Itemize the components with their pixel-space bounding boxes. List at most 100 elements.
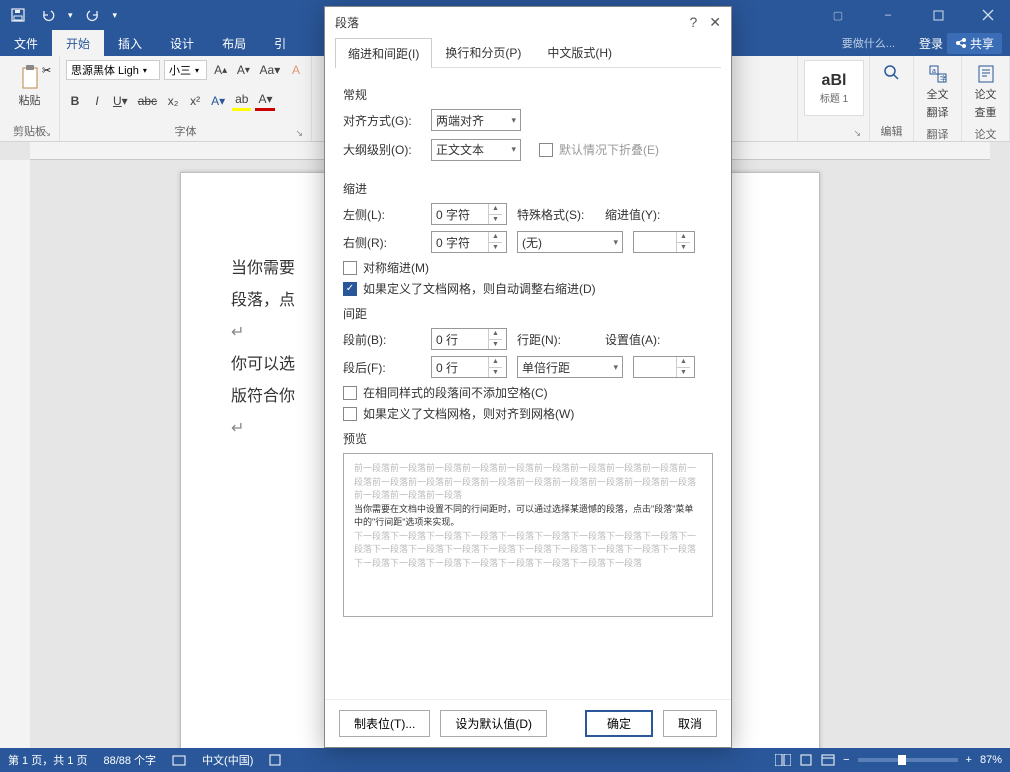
mirror-label: 对称缩进(M) [363,259,429,276]
font-group-label: 字体↘ [66,121,305,141]
word-count[interactable]: 88/88 个字 [103,752,156,768]
superscript-icon[interactable]: x² [186,91,204,111]
section-spacing: 间距 [343,305,713,322]
editing-label: 编辑 [876,121,907,141]
text-effects-icon[interactable]: A▾ [208,91,228,111]
maximize-icon[interactable] [916,0,960,30]
collapse-label: 默认情况下折叠(E) [559,141,659,158]
thesis-check-button[interactable]: 论文 查重 [968,60,1003,124]
snap-checkbox[interactable] [343,407,357,421]
zoom-level[interactable]: 87% [980,754,1002,766]
zoom-slider[interactable] [858,758,958,762]
section-preview: 预览 [343,430,713,447]
after-input[interactable]: 0 行▲▼ [431,356,507,378]
collapse-checkbox [539,143,553,157]
styles-label: ↘ [804,125,863,141]
nospace-label: 在相同样式的段落间不添加空格(C) [363,384,548,401]
paragraph-dialog: 段落 ? ✕ 缩进和间距(I) 换行和分页(P) 中文版式(H) 常规 对齐方式… [324,6,732,748]
view-web-icon[interactable] [821,754,835,766]
doc-text[interactable]: 版符合你 [231,388,295,405]
underline-icon[interactable]: U▾ [110,91,131,111]
close-icon[interactable] [966,0,1010,30]
dialog-tab-pagebreak[interactable]: 换行和分页(P) [432,37,534,67]
tell-me[interactable]: 要做什么... [842,35,895,51]
svg-text:a: a [932,68,936,75]
indent-left-input[interactable]: 0 字符▲▼ [431,203,507,225]
dialog-tab-cjk[interactable]: 中文版式(H) [534,37,625,67]
font-color-icon[interactable]: A▾ [255,91,275,111]
vertical-ruler[interactable] [0,160,30,748]
at-label: 设置值(A): [605,331,665,348]
undo-dropdown[interactable]: ▾ [68,10,73,21]
doc-text[interactable]: 当你需要 [231,260,295,277]
language[interactable]: 中文(中国) [202,752,253,768]
clear-format-icon[interactable]: A [287,60,305,80]
styles-launcher-icon[interactable]: ↘ [853,128,861,139]
tab-file[interactable]: 文件 [0,30,52,56]
page-count[interactable]: 第 1 页，共 1 页 [8,752,87,768]
minimize-icon[interactable]: – [866,0,910,30]
special-select[interactable]: (无)▾ [517,231,623,253]
style-tile[interactable]: aBl 标题 1 [804,60,864,116]
doc-text[interactable]: 段落，点 [231,292,295,309]
before-label: 段前(B): [343,331,421,348]
tab-layout[interactable]: 布局 [208,30,260,56]
nospace-checkbox[interactable] [343,386,357,400]
translate-button[interactable]: a字 全文 翻译 [920,60,955,124]
tab-design[interactable]: 设计 [156,30,208,56]
dialog-titlebar[interactable]: 段落 ? ✕ [325,7,731,37]
redo-icon[interactable] [83,5,103,25]
grid-indent-checkbox[interactable]: ✓ [343,282,357,296]
special-label: 特殊格式(S): [517,206,595,223]
change-case-icon[interactable]: Aa▾ [257,60,283,80]
dialog-close-icon[interactable]: ✕ [709,14,721,31]
undo-icon[interactable] [38,5,58,25]
dialog-help-icon[interactable]: ? [689,14,697,31]
share-button[interactable]: 共享 [947,33,1002,54]
indent-by-input[interactable]: ▲▼ [633,231,695,253]
grow-font-icon[interactable]: A▴ [211,60,230,80]
doc-text[interactable]: 你可以选 [231,356,295,373]
ok-button[interactable]: 确定 [585,710,653,737]
bold-icon[interactable]: B [66,91,84,111]
view-read-icon[interactable] [775,754,791,766]
font-launcher-icon[interactable]: ↘ [295,128,303,139]
before-input[interactable]: 0 行▲▼ [431,328,507,350]
at-input[interactable]: ▲▼ [633,356,695,378]
italic-icon[interactable]: I [88,91,106,111]
outline-select[interactable]: 正文文本▾ [431,139,521,161]
tab-home[interactable]: 开始 [52,30,104,56]
tab-references[interactable]: 引 [260,30,300,56]
sign-in[interactable]: 登录 [919,35,943,52]
snap-label: 如果定义了文档网格，则对齐到网格(W) [363,405,574,422]
zoom-in-icon[interactable]: + [966,754,972,766]
indent-right-input[interactable]: 0 字符▲▼ [431,231,507,253]
section-indent: 缩进 [343,180,713,197]
zoom-out-icon[interactable]: − [843,754,849,766]
tab-insert[interactable]: 插入 [104,30,156,56]
spellcheck-icon[interactable] [172,753,186,767]
line-spacing-select[interactable]: 单倍行距▾ [517,356,623,378]
macro-icon[interactable] [269,754,281,766]
mirror-checkbox[interactable] [343,261,357,275]
translate-label: 翻译 [920,124,955,144]
save-icon[interactable] [8,5,28,25]
highlight-icon[interactable]: ab [232,91,251,111]
dialog-tab-indent[interactable]: 缩进和间距(I) [335,38,432,68]
font-size-select[interactable]: 小三▾ [164,60,207,80]
qat-more[interactable]: ▾ [113,10,118,21]
view-print-icon[interactable] [799,754,813,766]
tabs-button[interactable]: 制表位(T)... [339,710,430,737]
font-name-select[interactable]: 思源黑体 Ligh▾ [66,60,160,80]
strike-icon[interactable]: abc [135,91,160,111]
cancel-button[interactable]: 取消 [663,710,717,737]
find-button[interactable] [876,60,907,86]
line-label: 行距(N): [517,331,595,348]
ribbon-display-icon[interactable]: ▢ [816,0,860,30]
cut-icon[interactable]: ✂ [42,64,51,77]
alignment-select[interactable]: 两端对齐▾ [431,109,521,131]
set-default-button[interactable]: 设为默认值(D) [440,710,547,737]
clipboard-launcher-icon[interactable]: ↘ [43,128,51,139]
shrink-font-icon[interactable]: A▾ [234,60,253,80]
subscript-icon[interactable]: x₂ [164,91,182,111]
